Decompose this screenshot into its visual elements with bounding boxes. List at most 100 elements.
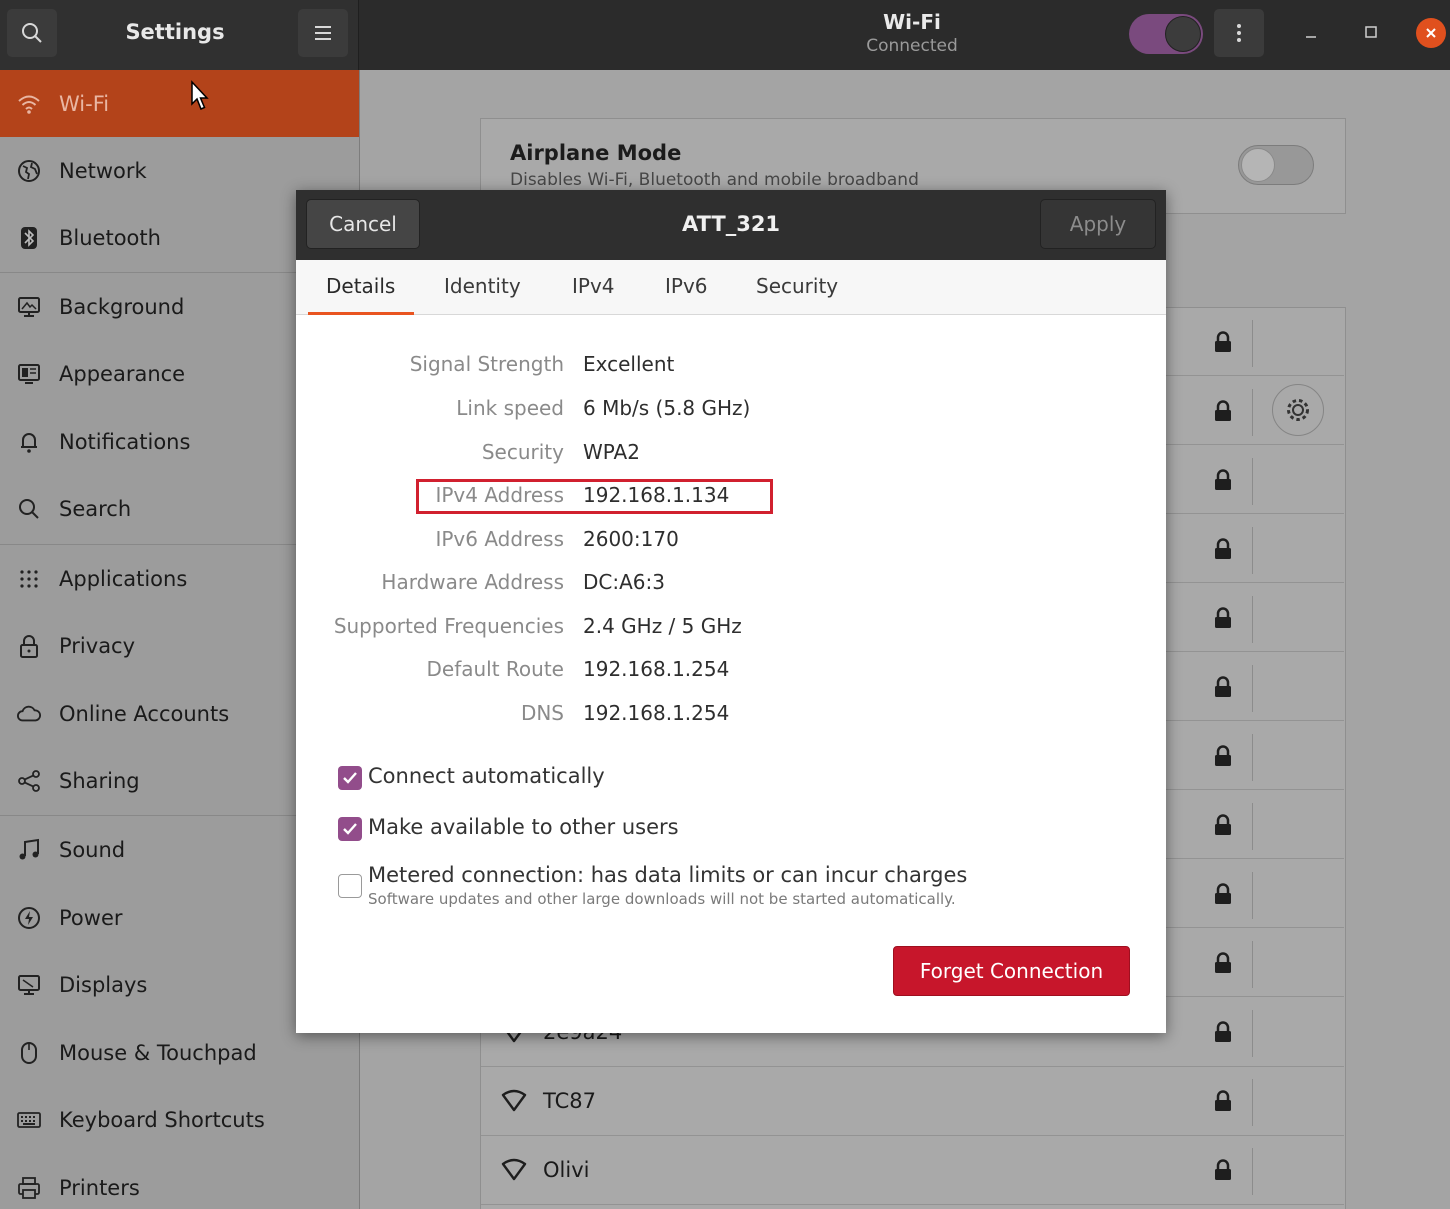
tab-ipv4[interactable]: IPv4 (572, 274, 615, 298)
connect-automatically-label[interactable]: Connect automatically (368, 764, 605, 788)
tab-ipv6[interactable]: IPv6 (665, 274, 708, 298)
detail-value-supported-frequencies: 2.4 GHz / 5 GHz (583, 614, 742, 638)
window-title: Wi-Fi (883, 10, 941, 34)
keyboard-icon (17, 1108, 41, 1132)
hamburger-icon (315, 26, 331, 40)
lock-icon (1215, 400, 1231, 421)
network-name: Olivi (543, 1158, 590, 1182)
row-separator (1252, 665, 1253, 712)
sidebar-item-label: Network (59, 158, 147, 183)
sidebar-item-label: Mouse & Touchpad (59, 1040, 257, 1065)
printer-icon (17, 1176, 41, 1200)
make-available-label[interactable]: Make available to other users (368, 815, 679, 839)
row-separator (1252, 1148, 1253, 1195)
row-separator (1252, 1010, 1253, 1057)
menu-button[interactable] (298, 9, 348, 57)
metered-connection-checkbox[interactable] (338, 874, 362, 898)
sidebar-item-label: Sound (59, 837, 126, 862)
make-available-checkbox[interactable] (338, 817, 362, 841)
row-separator (1252, 320, 1253, 367)
cancel-button[interactable]: Cancel (306, 199, 420, 249)
wifi-signal-icon (501, 1089, 527, 1112)
ipv4-highlight-box (416, 479, 773, 514)
sidebar-item-label: Online Accounts (59, 701, 230, 726)
share-icon (17, 769, 41, 793)
search-button[interactable] (7, 9, 57, 57)
maximize-icon (1365, 26, 1377, 38)
dialog-title: ATT_321 (681, 212, 781, 236)
cloud-icon (17, 702, 41, 726)
sidebar-item-label: Keyboard Shortcuts (59, 1107, 265, 1132)
sidebar-item-label: Bluetooth (59, 225, 161, 250)
bell-icon (17, 430, 41, 454)
toggle-knob (1165, 16, 1201, 52)
close-icon (1426, 28, 1436, 38)
sidebar-item-keyboard-shortcuts[interactable]: Keyboard Shortcuts (0, 1086, 359, 1153)
lock-icon (1215, 331, 1231, 352)
dialog-tabs: Details Identity IPv4 IPv6 Security (296, 260, 1166, 315)
active-tab-indicator (308, 312, 414, 315)
more-options-button[interactable] (1214, 9, 1264, 57)
appearance-icon (17, 362, 41, 386)
metered-connection-label[interactable]: Metered connection: has data limits or c… (368, 863, 967, 887)
lock-icon (1215, 883, 1231, 904)
search-icon (17, 497, 41, 521)
airplane-mode-title: Airplane Mode (510, 141, 682, 165)
close-button[interactable] (1416, 18, 1446, 48)
sidebar-item-label: Displays (59, 972, 148, 997)
detail-value-hardware-address: DC:A6:3 (583, 570, 665, 594)
music-note-icon (17, 838, 41, 862)
lock-icon (1215, 538, 1231, 559)
checkmark-icon (343, 772, 357, 784)
sidebar-item-label: Background (59, 294, 185, 319)
row-separator (1252, 596, 1253, 643)
detail-value-dns: 192.168.1.254 (583, 701, 730, 725)
connect-automatically-checkbox[interactable] (338, 766, 362, 790)
lock-icon (1215, 1090, 1231, 1111)
sidebar-item-wifi[interactable]: Wi-Fi (0, 70, 359, 137)
mouse-cursor-icon (191, 80, 209, 110)
lock-icon (1215, 745, 1231, 766)
detail-key-supported-frequencies: Supported Frequencies (333, 614, 564, 638)
sidebar-item-label: Search (59, 496, 132, 521)
network-icon (17, 159, 41, 183)
lock-icon (1215, 814, 1231, 835)
dialog-header: Cancel ATT_321 Apply (296, 190, 1166, 260)
minimize-button[interactable] (1295, 16, 1327, 48)
tab-security[interactable]: Security (756, 274, 838, 298)
detail-key-ipv6-address: IPv6 Address (435, 527, 564, 551)
wifi-toggle[interactable] (1129, 14, 1203, 54)
settings-header: Settings (0, 0, 359, 70)
display-icon (17, 973, 41, 997)
maximize-button[interactable] (1355, 16, 1387, 48)
forget-connection-button[interactable]: Forget Connection (893, 946, 1130, 996)
airplane-mode-subtitle: Disables Wi-Fi, Bluetooth and mobile bro… (510, 170, 919, 190)
sidebar-item-label: Printers (59, 1175, 140, 1200)
row-separator (1252, 1079, 1253, 1126)
detail-value-default-route: 192.168.1.254 (583, 657, 730, 681)
detail-key-hardware-address: Hardware Address (381, 570, 564, 594)
row-separator (1252, 458, 1253, 505)
detail-value-ipv6-address: 2600:170 (583, 527, 679, 551)
tab-details[interactable]: Details (326, 274, 395, 298)
sidebar-item-label: Appearance (59, 361, 186, 386)
row-separator (1252, 734, 1253, 781)
network-name: TC87 (543, 1089, 596, 1113)
detail-key-link-speed: Link speed (456, 396, 564, 420)
lock-icon (1215, 1021, 1231, 1042)
minimize-icon (1306, 36, 1316, 38)
detail-key-default-route: Default Route (426, 657, 565, 681)
checkmark-icon (343, 823, 357, 835)
toggle-knob (1241, 148, 1275, 182)
tab-identity[interactable]: Identity (444, 274, 521, 298)
row-separator (1252, 389, 1253, 436)
airplane-mode-toggle[interactable] (1238, 145, 1314, 185)
sidebar-item-label: Wi-Fi (59, 91, 110, 116)
sidebar-item-printers[interactable]: Printers (0, 1154, 359, 1209)
window-subtitle: Connected (866, 36, 958, 56)
metered-connection-description: Software updates and other large downloa… (368, 890, 956, 908)
apply-button[interactable]: Apply (1040, 199, 1156, 249)
wifi-icon (17, 92, 41, 116)
sidebar-item-label: Power (59, 905, 123, 930)
lock-icon (17, 634, 41, 658)
